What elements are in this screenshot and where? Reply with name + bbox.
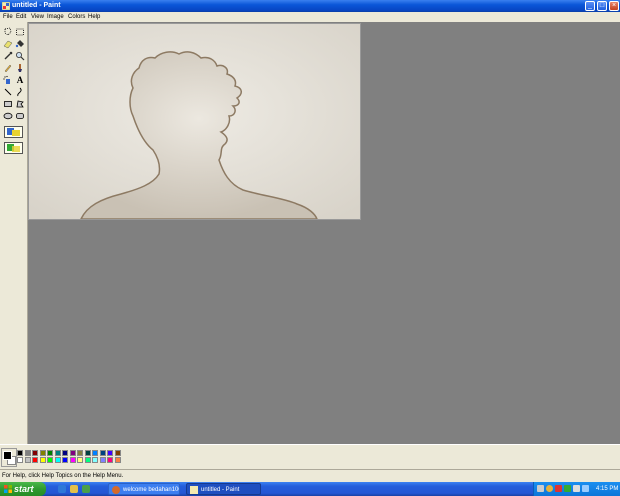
curve-icon[interactable] xyxy=(15,87,25,97)
rectangle-select-icon[interactable] xyxy=(15,27,25,37)
tray-network-icon[interactable] xyxy=(537,485,544,492)
taskbar-item-welcome[interactable]: welcome bedahan100 xyxy=(108,483,180,495)
palette-swatch[interactable] xyxy=(99,450,106,456)
tool-option-opaque-icon[interactable] xyxy=(4,126,23,138)
free-form-select-icon[interactable] xyxy=(3,27,13,37)
palette-swatch[interactable] xyxy=(39,457,46,463)
palette-swatch[interactable] xyxy=(99,457,106,463)
taskbar-item-paint[interactable]: untitled - Paint xyxy=(186,483,261,495)
pencil-icon[interactable] xyxy=(3,63,13,73)
polygon-icon[interactable] xyxy=(15,99,25,109)
paint-app-icon xyxy=(2,2,10,10)
tool-option-transparent-icon[interactable] xyxy=(4,142,23,154)
ellipse-icon[interactable] xyxy=(3,111,13,121)
palette-swatch[interactable] xyxy=(107,450,113,456)
menu-help[interactable]: Help xyxy=(88,13,100,21)
current-colors[interactable] xyxy=(1,448,17,467)
tray-security-icon[interactable] xyxy=(546,485,553,492)
palette-swatch[interactable] xyxy=(114,450,121,456)
color-picker-icon[interactable] xyxy=(3,51,13,61)
firefox-icon xyxy=(112,486,120,494)
tray-app-icon[interactable] xyxy=(564,485,571,492)
text-icon[interactable]: A xyxy=(15,75,25,85)
palette-swatch[interactable] xyxy=(17,457,23,463)
window-title: untitled - Paint xyxy=(12,2,61,9)
palette-swatch[interactable] xyxy=(32,457,38,463)
palette-swatch[interactable] xyxy=(17,450,23,456)
maximize-button[interactable]: □ xyxy=(597,1,607,11)
palette-swatch[interactable] xyxy=(92,450,98,456)
airbrush-icon[interactable] xyxy=(3,75,13,85)
title-bar[interactable]: untitled - Paint _ □ × xyxy=(0,0,620,12)
palette-swatch[interactable] xyxy=(54,457,61,463)
palette-swatch[interactable] xyxy=(114,457,121,463)
palette-swatch[interactable] xyxy=(47,457,53,463)
fill-bucket-icon[interactable] xyxy=(15,39,25,49)
rounded-rectangle-icon[interactable] xyxy=(15,111,25,121)
line-icon[interactable] xyxy=(3,87,13,97)
palette-swatch[interactable] xyxy=(69,457,76,463)
quicklaunch-folder-icon[interactable] xyxy=(70,485,78,493)
taskbar: start welcome bedahan100 untitled - Pain… xyxy=(0,482,620,496)
palette-swatch[interactable] xyxy=(92,457,98,463)
palette-swatch[interactable] xyxy=(62,450,68,456)
quicklaunch-ie-icon[interactable] xyxy=(58,485,66,493)
brush-icon[interactable] xyxy=(15,63,25,73)
palette-swatch[interactable] xyxy=(62,457,68,463)
palette-swatch[interactable] xyxy=(54,450,61,456)
eraser-icon[interactable] xyxy=(3,39,13,49)
palette-swatch[interactable] xyxy=(84,450,91,456)
tray-monitor-icon[interactable] xyxy=(582,485,589,492)
start-label: start xyxy=(14,484,34,494)
toolbox: A xyxy=(0,22,28,444)
palette-swatch[interactable] xyxy=(47,450,53,456)
palette-swatch[interactable] xyxy=(69,450,76,456)
drawing-canvas[interactable] xyxy=(29,24,360,219)
palette-swatch[interactable] xyxy=(84,457,91,463)
menu-bar: File Edit View Image Colors Help xyxy=(0,12,620,22)
palette-swatch[interactable] xyxy=(32,450,38,456)
paint-app-icon xyxy=(190,486,198,494)
palette-swatch[interactable] xyxy=(24,457,31,463)
color-palette xyxy=(0,444,620,470)
windows-logo-icon xyxy=(4,485,12,493)
palette-swatch[interactable] xyxy=(77,457,83,463)
start-button[interactable]: start xyxy=(0,482,46,496)
rectangle-icon[interactable] xyxy=(3,99,13,109)
system-tray: 4:15 PM xyxy=(533,482,620,496)
palette-swatch[interactable] xyxy=(107,457,113,463)
magnifier-icon[interactable] xyxy=(15,51,25,61)
menu-image[interactable]: Image xyxy=(47,13,64,21)
close-button[interactable]: × xyxy=(609,1,619,11)
palette-swatch[interactable] xyxy=(39,450,46,456)
foreground-color-swatch[interactable] xyxy=(3,451,12,460)
minimize-button[interactable]: _ xyxy=(585,1,595,11)
menu-view[interactable]: View xyxy=(31,13,44,21)
menu-edit[interactable]: Edit xyxy=(16,13,26,21)
clock: 4:15 PM xyxy=(596,486,619,492)
palette-swatch[interactable] xyxy=(77,450,83,456)
menu-file[interactable]: File xyxy=(3,13,13,21)
status-text: For Help, click Help Topics on the Help … xyxy=(2,473,124,479)
palette-swatch[interactable] xyxy=(24,450,31,456)
quicklaunch-media-icon[interactable] xyxy=(82,485,90,493)
status-bar: For Help, click Help Topics on the Help … xyxy=(0,469,620,482)
tray-volume-icon[interactable] xyxy=(573,485,580,492)
menu-colors[interactable]: Colors xyxy=(68,13,85,21)
tray-antivirus-icon[interactable] xyxy=(555,485,562,492)
silhouette-image xyxy=(29,24,360,219)
